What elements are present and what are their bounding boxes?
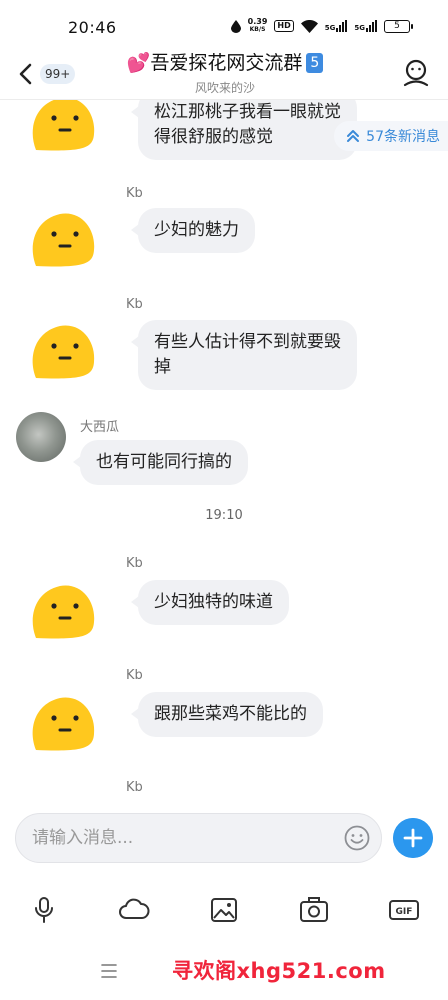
avatar-duck-icon[interactable]	[28, 578, 98, 642]
time-separator: 19:10	[205, 508, 243, 523]
status-indicators: 0.39 KB/S HD 5G 5G 5	[230, 17, 413, 34]
menu-icon[interactable]	[100, 962, 118, 980]
wifi-icon	[300, 19, 318, 33]
message-bubble[interactable]: 少妇的魅力	[131, 208, 255, 253]
avatar-photo[interactable]	[16, 412, 66, 462]
unread-count-badge[interactable]: 99+	[40, 64, 76, 84]
gif-icon[interactable]: GIF	[388, 896, 420, 924]
avatar-duck-icon[interactable]	[28, 206, 98, 270]
signal-1: 5G	[325, 20, 348, 32]
back-arrow-icon[interactable]	[16, 62, 38, 86]
image-icon[interactable]	[208, 896, 240, 924]
plus-button[interactable]	[393, 818, 433, 858]
title-area[interactable]: 💕吾爱探花网交流群 5 风吹来的沙	[100, 49, 350, 96]
message-bubble[interactable]: 跟那些菜鸡不能比的	[131, 692, 323, 737]
group-subtitle: 风吹来的沙	[194, 81, 255, 95]
message-bubble[interactable]: 有些人估计得不到就要毁 掉	[131, 320, 357, 390]
new-messages-button[interactable]: 57条新消息	[334, 121, 448, 151]
net-speed: 0.39 KB/S	[247, 17, 268, 34]
message-bubble[interactable]: 也有可能同行搞的	[73, 440, 248, 485]
emoji-icon[interactable]	[344, 825, 370, 851]
svg-text:GIF: GIF	[396, 907, 413, 917]
sender-name: Kb	[126, 297, 143, 312]
signal-2: 5G	[354, 20, 377, 32]
avatar-duck-icon[interactable]	[28, 690, 98, 754]
double-chevron-up-icon	[347, 130, 360, 142]
message-list[interactable]: 松江那桃子我看一眼就觉 得很舒服的感觉 57条新消息 Kb 少妇的魅力 Kb 有…	[0, 100, 448, 805]
avatar-duck-icon[interactable]	[28, 318, 98, 382]
sender-name: Kb	[126, 556, 143, 571]
avatar-duck-icon[interactable]	[28, 100, 98, 154]
camera-icon[interactable]	[298, 896, 330, 924]
watermark-text: 寻欢阁xhg521.com	[172, 959, 386, 983]
drop-icon	[230, 19, 241, 33]
battery-indicator: 5	[384, 19, 413, 33]
page-title: 💕吾爱探花网交流群 5	[100, 49, 350, 77]
sender-name: Kb	[126, 668, 143, 683]
hd-badge: HD	[274, 20, 294, 32]
cloud-icon[interactable]	[118, 896, 150, 924]
message-input[interactable]: 请输入消息...	[15, 813, 382, 863]
heart-emoji: 💕	[126, 52, 151, 74]
input-bar: 请输入消息...	[0, 805, 448, 870]
group-profile-icon[interactable]	[402, 58, 430, 88]
microphone-icon[interactable]	[28, 896, 60, 924]
group-name: 吾爱探花网交流群	[150, 52, 303, 74]
sender-name: Kb	[126, 186, 143, 201]
sender-name: Kb	[126, 780, 143, 795]
chat-header: 99+ 💕吾爱探花网交流群 5 风吹来的沙	[0, 44, 448, 102]
status-time: 20:46	[68, 17, 117, 37]
message-bubble[interactable]: 松江那桃子我看一眼就觉 得很舒服的感觉	[131, 100, 357, 160]
message-bubble[interactable]: 少妇独特的味道	[131, 580, 289, 625]
title-badge: 5	[306, 53, 324, 73]
input-toolbar: GIF	[0, 880, 448, 938]
sender-name: 大西瓜	[80, 420, 120, 435]
new-messages-label: 57条新消息	[366, 129, 440, 145]
